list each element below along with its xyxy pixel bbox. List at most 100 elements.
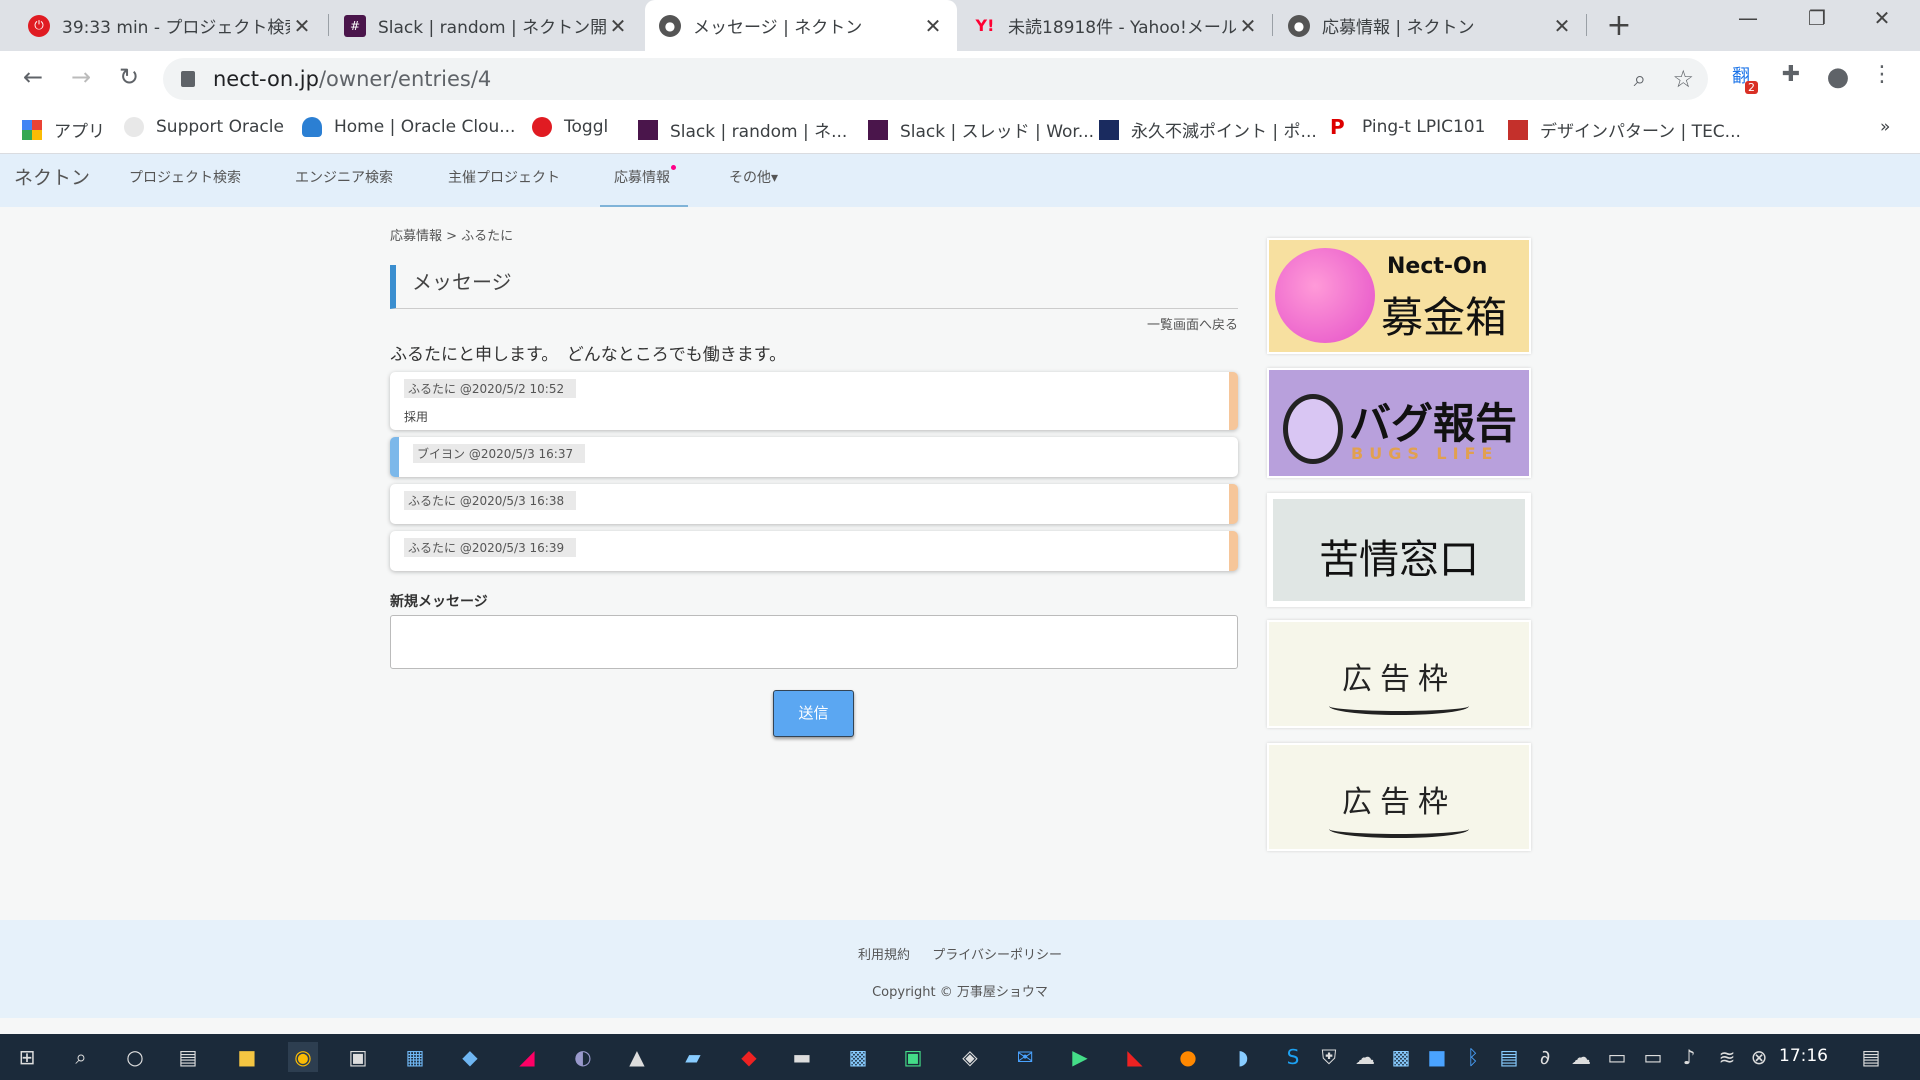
back-to-list-link[interactable]: 一覧画面へ戻る xyxy=(1147,314,1238,333)
task-view-icon[interactable]: ▤ xyxy=(173,1042,203,1072)
terminal-icon[interactable]: ▬ xyxy=(787,1042,817,1072)
file-explorer-icon[interactable]: ■ xyxy=(232,1042,262,1072)
nav-applications[interactable]: 応募情報 xyxy=(600,154,688,207)
app-icon[interactable]: ◆ xyxy=(455,1042,485,1072)
send-button[interactable]: 送信 xyxy=(773,690,854,737)
new-message-textarea[interactable] xyxy=(390,615,1238,669)
profile-avatar-icon[interactable]: ● xyxy=(1823,62,1853,92)
zoom-icon[interactable]: ⌕ xyxy=(1634,67,1646,92)
bookmarks-bar: アプリ Support Oracle Home | Oracle Clou...… xyxy=(0,106,1920,154)
bookmark-eikyu-point[interactable]: 永久不滅ポイント | ポ... xyxy=(1099,117,1317,142)
new-tab-button[interactable]: + xyxy=(1604,8,1634,43)
ime-status-icon[interactable]: ⊗ xyxy=(1744,1042,1774,1072)
firefly-icon xyxy=(1283,394,1343,464)
wifi-icon[interactable]: ≋ xyxy=(1712,1042,1742,1072)
donation-box-banner[interactable]: Nect-On 募金箱 xyxy=(1267,238,1531,354)
nav-other-dropdown[interactable]: その他▾ xyxy=(729,154,778,207)
extensions-puzzle-icon[interactable]: ✚ xyxy=(1776,62,1806,92)
battery-icon[interactable]: ▭ xyxy=(1638,1042,1668,1072)
ad-slot-1[interactable]: 広告枠 xyxy=(1267,620,1531,728)
app-icon[interactable]: ▩ xyxy=(843,1042,873,1072)
eclipse-icon[interactable]: ◐ xyxy=(568,1042,598,1072)
browser-tab-message-active[interactable]: ● メッセージ | ネクトン ✕ xyxy=(645,0,957,51)
slack-icon: # xyxy=(344,14,366,37)
message-list: ふるたに @2020/5/2 10:52 採用 ブイヨン @2020/5/3 1… xyxy=(390,372,1238,578)
back-arrow-icon[interactable]: ← xyxy=(18,63,48,91)
url-text: nect-on.jp/owner/entries/4 xyxy=(213,67,491,91)
reload-icon[interactable]: ↻ xyxy=(114,63,144,91)
bookmark-apps[interactable]: アプリ xyxy=(22,117,105,142)
terms-link[interactable]: 利用規約 xyxy=(858,948,910,963)
browser-tab-yahoo[interactable]: Y! 未読18918件 - Yahoo!メール ✕ xyxy=(960,0,1272,51)
translate-extension-icon[interactable]: 翻2 xyxy=(1726,62,1758,94)
forward-arrow-icon[interactable]: → xyxy=(66,63,96,91)
footer-links: 利用規約 プライバシーポリシー xyxy=(0,944,1920,963)
close-icon[interactable]: ✕ xyxy=(921,14,945,38)
bookmark-support-oracle[interactable]: Support Oracle xyxy=(124,117,284,137)
firefox-icon[interactable]: ● xyxy=(1173,1042,1203,1072)
app-icon[interactable]: ◈ xyxy=(955,1042,985,1072)
privacy-link[interactable]: プライバシーポリシー xyxy=(932,948,1062,963)
bug-report-banner[interactable]: バグ報告 BUGS LIFE xyxy=(1267,368,1531,478)
minimize-icon[interactable]: — xyxy=(1728,6,1768,30)
close-icon[interactable]: ✕ xyxy=(290,14,314,38)
browser-tab-entries[interactable]: ● 応募情報 | ネクトン ✕ xyxy=(1274,0,1586,51)
nav-engineer-search[interactable]: エンジニア検索 xyxy=(295,154,393,207)
app-icon[interactable]: ▲ xyxy=(622,1042,652,1072)
app-icon[interactable]: ◢ xyxy=(512,1042,542,1072)
app-icon[interactable]: ▦ xyxy=(400,1042,430,1072)
restore-icon[interactable]: ❐ xyxy=(1797,6,1837,30)
close-icon[interactable]: ✕ xyxy=(1236,14,1260,38)
browser-tab-slack[interactable]: # Slack | random | ネクトン開発 ✕ xyxy=(330,0,642,51)
bookmark-design-pattern[interactable]: デザインパターン | TEC... xyxy=(1508,117,1741,142)
shield-icon[interactable]: ⛨ xyxy=(1314,1042,1344,1072)
address-bar[interactable]: nect-on.jp/owner/entries/4 ⌕ ☆ xyxy=(163,58,1708,100)
bookmark-slack-random[interactable]: Slack | random | ネ... xyxy=(638,117,847,142)
display-icon[interactable]: ▭ xyxy=(1602,1042,1632,1072)
bookmark-toggl[interactable]: Toggl xyxy=(532,117,608,137)
new-message-label: 新規メッセージ xyxy=(390,594,488,610)
complaint-banner[interactable]: 苦情窓口 xyxy=(1267,493,1531,607)
taskbar-clock[interactable]: 17:16 xyxy=(1779,1046,1828,1066)
search-icon[interactable]: ⌕ xyxy=(66,1042,96,1072)
volume-icon[interactable]: ♪ xyxy=(1674,1042,1704,1072)
window-close-icon[interactable]: ✕ xyxy=(1862,6,1902,30)
tray-app-icon[interactable]: ☁ xyxy=(1566,1042,1596,1072)
menu-kebab-icon[interactable]: ⋮ xyxy=(1867,62,1897,92)
brand-logo[interactable]: ネクトン xyxy=(14,154,90,207)
tray-app-icon[interactable]: ▤ xyxy=(1494,1042,1524,1072)
tray-app-icon[interactable]: ▩ xyxy=(1386,1042,1416,1072)
onedrive-cloud-icon[interactable]: ☁ xyxy=(1350,1042,1380,1072)
bookmark-ping-t[interactable]: P Ping-t LPIC101 xyxy=(1330,117,1485,137)
close-icon[interactable]: ✕ xyxy=(1550,14,1574,38)
ad-slot-label: 広告枠 xyxy=(1342,785,1456,820)
bookmark-slack-thread[interactable]: Slack | スレッド | Wor... xyxy=(868,117,1094,142)
browser-tab-toggl[interactable]: ⏻ 39:33 min - プロジェクト検索 ✕ xyxy=(14,0,326,51)
breadcrumb[interactable]: 応募情報 > ふるたに xyxy=(390,225,513,244)
app-icon[interactable]: ▣ xyxy=(898,1042,928,1072)
app-icon[interactable]: ◆ xyxy=(734,1042,764,1072)
app-icon[interactable]: ◗ xyxy=(1228,1042,1258,1072)
close-icon[interactable]: ✕ xyxy=(606,14,630,38)
ad-slot-2[interactable]: 広告枠 xyxy=(1267,743,1531,851)
notifications-icon[interactable]: ▤ xyxy=(1856,1042,1886,1072)
bookmark-oracle-cloud[interactable]: Home | Oracle Clou... xyxy=(302,117,515,137)
cortana-icon[interactable]: ○ xyxy=(120,1042,150,1072)
bookmark-star-icon[interactable]: ☆ xyxy=(1672,65,1694,93)
mail-icon[interactable]: ✉ xyxy=(1010,1042,1040,1072)
pdf-icon[interactable]: ◣ xyxy=(1120,1042,1150,1072)
bluetooth-icon[interactable]: ᛒ xyxy=(1458,1042,1488,1072)
tab-separator xyxy=(328,14,329,36)
app-icon[interactable]: ▰ xyxy=(678,1042,708,1072)
skype-icon[interactable]: S xyxy=(1278,1042,1308,1072)
app-icon[interactable]: ▶ xyxy=(1065,1042,1095,1072)
store-icon[interactable]: ▣ xyxy=(343,1042,373,1072)
tray-app-icon[interactable]: ■ xyxy=(1422,1042,1452,1072)
tray-app-icon[interactable]: ∂ xyxy=(1530,1042,1560,1072)
message-meta: ブイヨン @2020/5/3 16:37 xyxy=(413,444,586,463)
windows-start-icon[interactable]: ⊞ xyxy=(12,1042,42,1072)
more-bookmarks-chevron-icon[interactable]: » xyxy=(1880,117,1890,137)
chrome-icon[interactable]: ◉ xyxy=(288,1042,318,1072)
nav-project-search[interactable]: プロジェクト検索 xyxy=(129,154,241,207)
nav-hosted-projects[interactable]: 主催プロジェクト xyxy=(448,154,560,207)
